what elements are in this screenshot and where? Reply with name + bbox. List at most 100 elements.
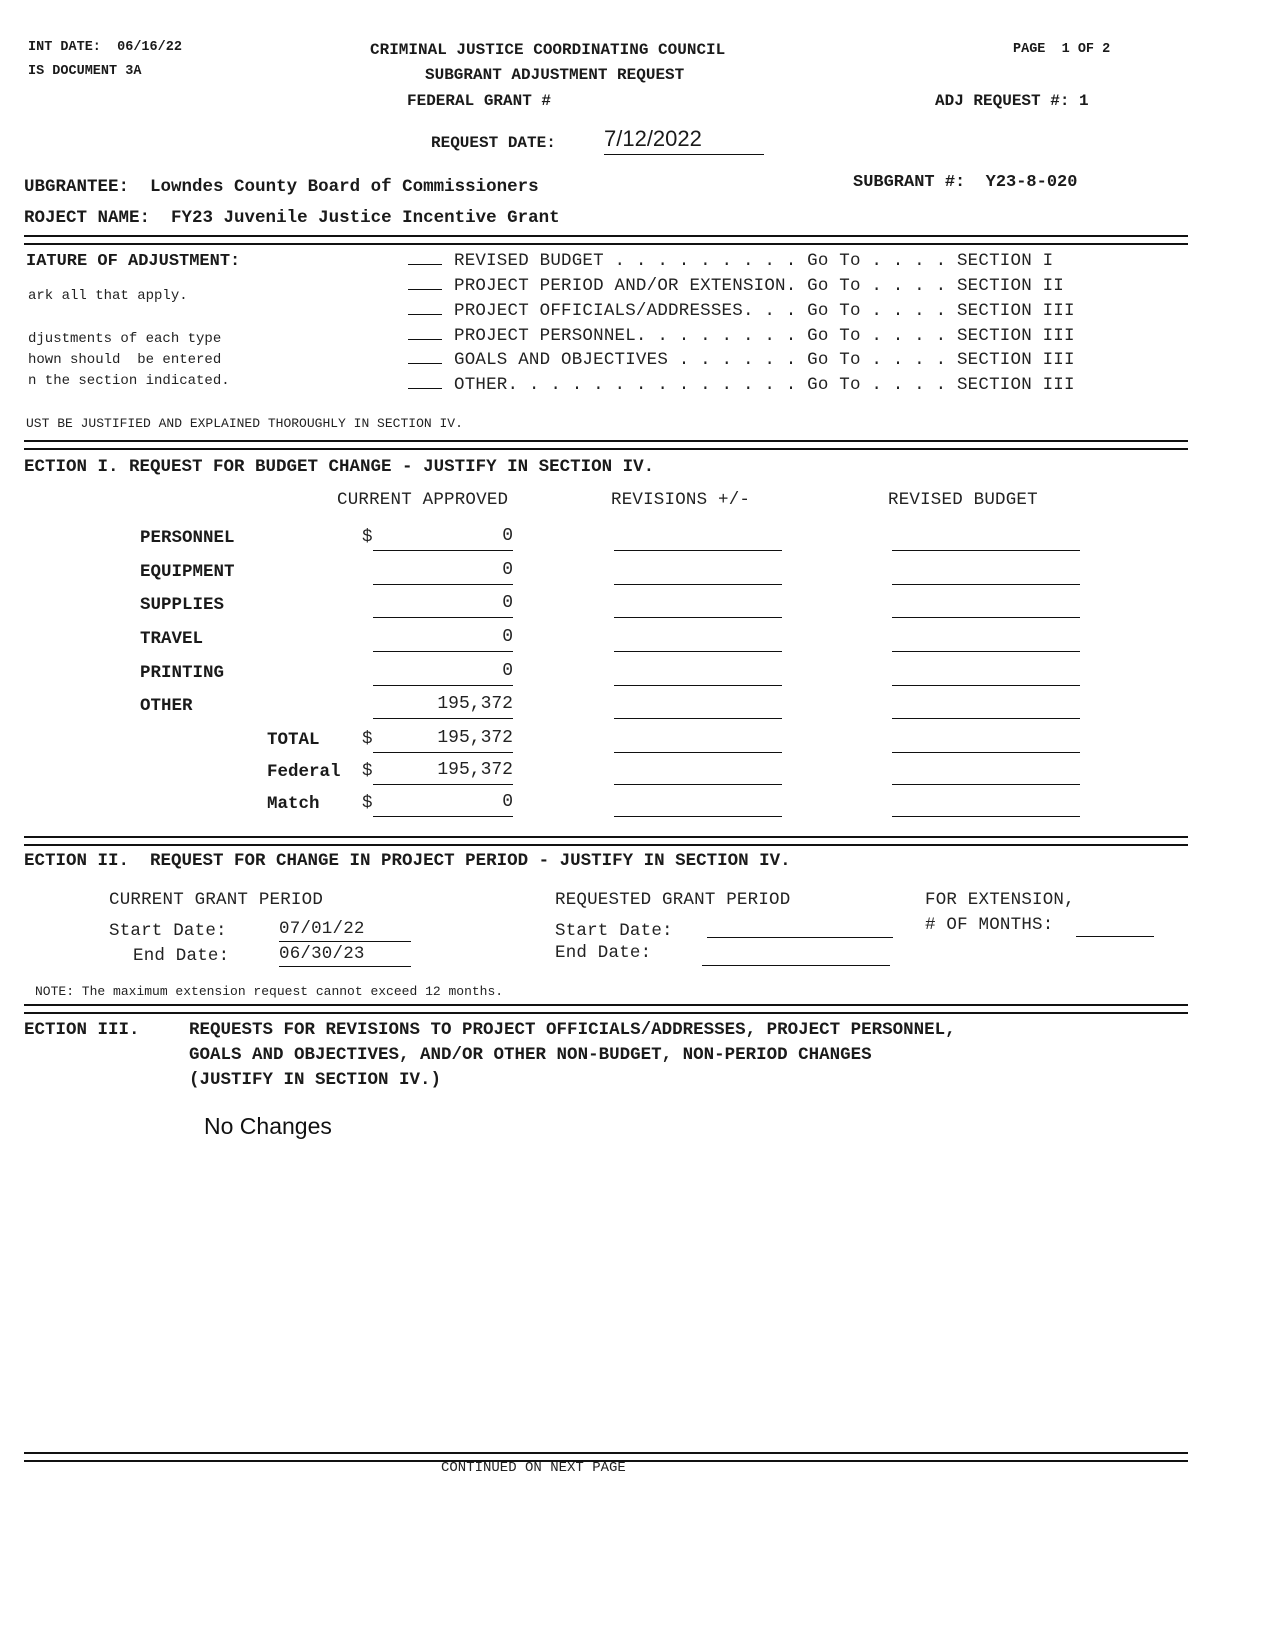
revised-budget-amount[interactable] [892, 526, 1080, 551]
revision-amount[interactable] [614, 661, 782, 686]
adjustment-option: GOALS AND OBJECTIVES . . . . . . Go To .… [408, 349, 1075, 370]
adj-request-value: 1 [1079, 92, 1089, 110]
revised-budget-amount[interactable] [892, 760, 1080, 785]
requested-start-date-field[interactable] [707, 915, 893, 938]
adjustment-option-label: PROJECT PERIOD AND/OR EXTENSION. Go To .… [454, 276, 1064, 296]
currency-symbol: $ [362, 729, 373, 749]
request-date-label: REQUEST DATE: [431, 134, 556, 152]
requested-start-date-label: Start Date: [555, 921, 673, 941]
federal-grant-label: FEDERAL GRANT # [407, 92, 552, 110]
subgrantee-value: Lowndes County Board of Commissioners [150, 177, 539, 197]
extension-note: NOTE: The maximum extension request cann… [35, 984, 504, 999]
current-approved-amount[interactable]: 0 [373, 627, 513, 652]
nature-note-line-3: n the section indicated. [28, 373, 230, 389]
revised-budget-amount[interactable] [892, 792, 1080, 817]
page-label: PAGE [1013, 42, 1046, 57]
column-header-revisions: REVISIONS +/- [611, 490, 751, 510]
nature-note-line-1: djustments of each type [28, 331, 222, 347]
current-approved-amount[interactable]: 0 [373, 560, 513, 585]
current-approved-amount[interactable]: 0 [373, 792, 513, 817]
adjustment-option-label: PROJECT OFFICIALS/ADDRESSES. . . Go To .… [454, 301, 1075, 321]
page-total: OF 2 [1077, 42, 1111, 57]
print-date-value: 06/16/22 [117, 40, 182, 55]
continued-on-next-page: CONTINUED ON NEXT PAGE [441, 1460, 626, 1476]
adjustment-checkbox[interactable] [408, 250, 442, 265]
revised-budget-amount[interactable] [892, 627, 1080, 652]
revision-amount[interactable] [614, 593, 782, 618]
request-date-field[interactable]: 7/12/2022 [604, 126, 764, 155]
current-start-date-field[interactable]: 07/01/22 [279, 919, 411, 942]
adjustment-checkbox[interactable] [408, 349, 442, 364]
revision-amount[interactable] [614, 728, 782, 753]
adjustment-option: REVISED BUDGET . . . . . . . . . Go To .… [408, 250, 1053, 271]
page-current: 1 [1061, 42, 1070, 57]
extension-months-field[interactable] [1076, 914, 1154, 937]
adjustment-checkbox[interactable] [408, 275, 442, 290]
adj-request: ADJ REQUEST #: 1 [935, 92, 1089, 110]
adjustment-checkbox[interactable] [408, 325, 442, 340]
current-end-date-label: End Date: [133, 946, 230, 966]
revision-amount[interactable] [614, 760, 782, 785]
current-start-date-label: Start Date: [109, 921, 227, 941]
current-approved-amount[interactable]: 195,372 [373, 760, 513, 785]
section-3-response[interactable]: No Changes [204, 1113, 332, 1140]
budget-category-label: TRAVEL [140, 629, 204, 649]
current-end-date-field[interactable]: 06/30/23 [279, 944, 411, 967]
adjustment-option: PROJECT OFFICIALS/ADDRESSES. . . Go To .… [408, 300, 1075, 321]
page-indicator: PAGE 1 OF 2 [1013, 42, 1110, 57]
form-title: SUBGRANT ADJUSTMENT REQUEST [425, 66, 685, 84]
revision-amount[interactable] [614, 627, 782, 652]
divider [24, 440, 1188, 450]
revision-amount[interactable] [614, 526, 782, 551]
adjustment-option-label: OTHER. . . . . . . . . . . . . . Go To .… [454, 375, 1075, 395]
subgrant-number: SUBGRANT #: Y23-8-020 [853, 173, 1077, 192]
revised-budget-amount[interactable] [892, 728, 1080, 753]
budget-category-label: SUPPLIES [140, 595, 225, 615]
current-approved-amount[interactable]: 0 [373, 661, 513, 686]
project-name-label: ROJECT NAME: [24, 208, 151, 228]
current-approved-amount[interactable]: 195,372 [373, 728, 513, 753]
revision-amount[interactable] [614, 792, 782, 817]
divider [24, 1004, 1188, 1014]
currency-symbol: $ [362, 761, 373, 781]
adjustment-checkbox[interactable] [408, 374, 442, 389]
divider [24, 235, 1188, 245]
current-grant-period-label: CURRENT GRANT PERIOD [109, 890, 324, 910]
current-approved-amount[interactable]: 195,372 [373, 694, 513, 719]
budget-total-label: Federal [267, 762, 341, 782]
adjustment-option: PROJECT PERIOD AND/OR EXTENSION. Go To .… [408, 275, 1064, 296]
adjustment-option-label: PROJECT PERSONNEL. . . . . . . . Go To .… [454, 326, 1075, 346]
current-approved-amount[interactable]: 0 [373, 526, 513, 551]
nature-note-mark-all: ark all that apply. [28, 288, 188, 304]
column-header-current-approved: CURRENT APPROVED [337, 490, 509, 510]
requested-grant-period-label: REQUESTED GRANT PERIOD [555, 890, 791, 910]
section-3-description-line-2: GOALS AND OBJECTIVES, AND/OR OTHER NON-B… [189, 1045, 872, 1065]
budget-category-label: EQUIPMENT [140, 562, 235, 582]
subgrantee-row: UBGRANTEE: Lowndes County Board of Commi… [24, 177, 539, 197]
currency-symbol: $ [362, 527, 373, 547]
revised-budget-amount[interactable] [892, 694, 1080, 719]
nature-of-adjustment-title: IATURE OF ADJUSTMENT: [26, 252, 241, 271]
budget-category-label: OTHER [140, 696, 193, 716]
budget-total-label: TOTAL [267, 730, 320, 750]
adj-request-label: ADJ REQUEST #: [935, 92, 1070, 110]
section-3-title: ECTION III. [24, 1020, 140, 1040]
requested-end-date-field[interactable] [702, 943, 890, 966]
revision-amount[interactable] [614, 560, 782, 585]
budget-category-label: PRINTING [140, 663, 225, 683]
adjustment-option: PROJECT PERSONNEL. . . . . . . . Go To .… [408, 325, 1075, 346]
adjustment-option-label: REVISED BUDGET . . . . . . . . . Go To .… [454, 251, 1054, 271]
print-date-label: INT DATE: [28, 40, 101, 55]
section-3-description-line-1: REQUESTS FOR REVISIONS TO PROJECT OFFICI… [189, 1020, 956, 1040]
current-approved-amount[interactable]: 0 [373, 593, 513, 618]
revision-amount[interactable] [614, 694, 782, 719]
adjustment-checkbox[interactable] [408, 300, 442, 315]
currency-symbol: $ [362, 793, 373, 813]
revised-budget-amount[interactable] [892, 593, 1080, 618]
section-3-description-line-3: (JUSTIFY IN SECTION IV.) [189, 1070, 442, 1090]
justification-note: UST BE JUSTIFIED AND EXPLAINED THOROUGHL… [26, 416, 463, 431]
print-date: INT DATE: 06/16/22 [28, 40, 182, 55]
nature-note-line-2: hown should be entered [28, 352, 222, 368]
revised-budget-amount[interactable] [892, 661, 1080, 686]
revised-budget-amount[interactable] [892, 560, 1080, 585]
